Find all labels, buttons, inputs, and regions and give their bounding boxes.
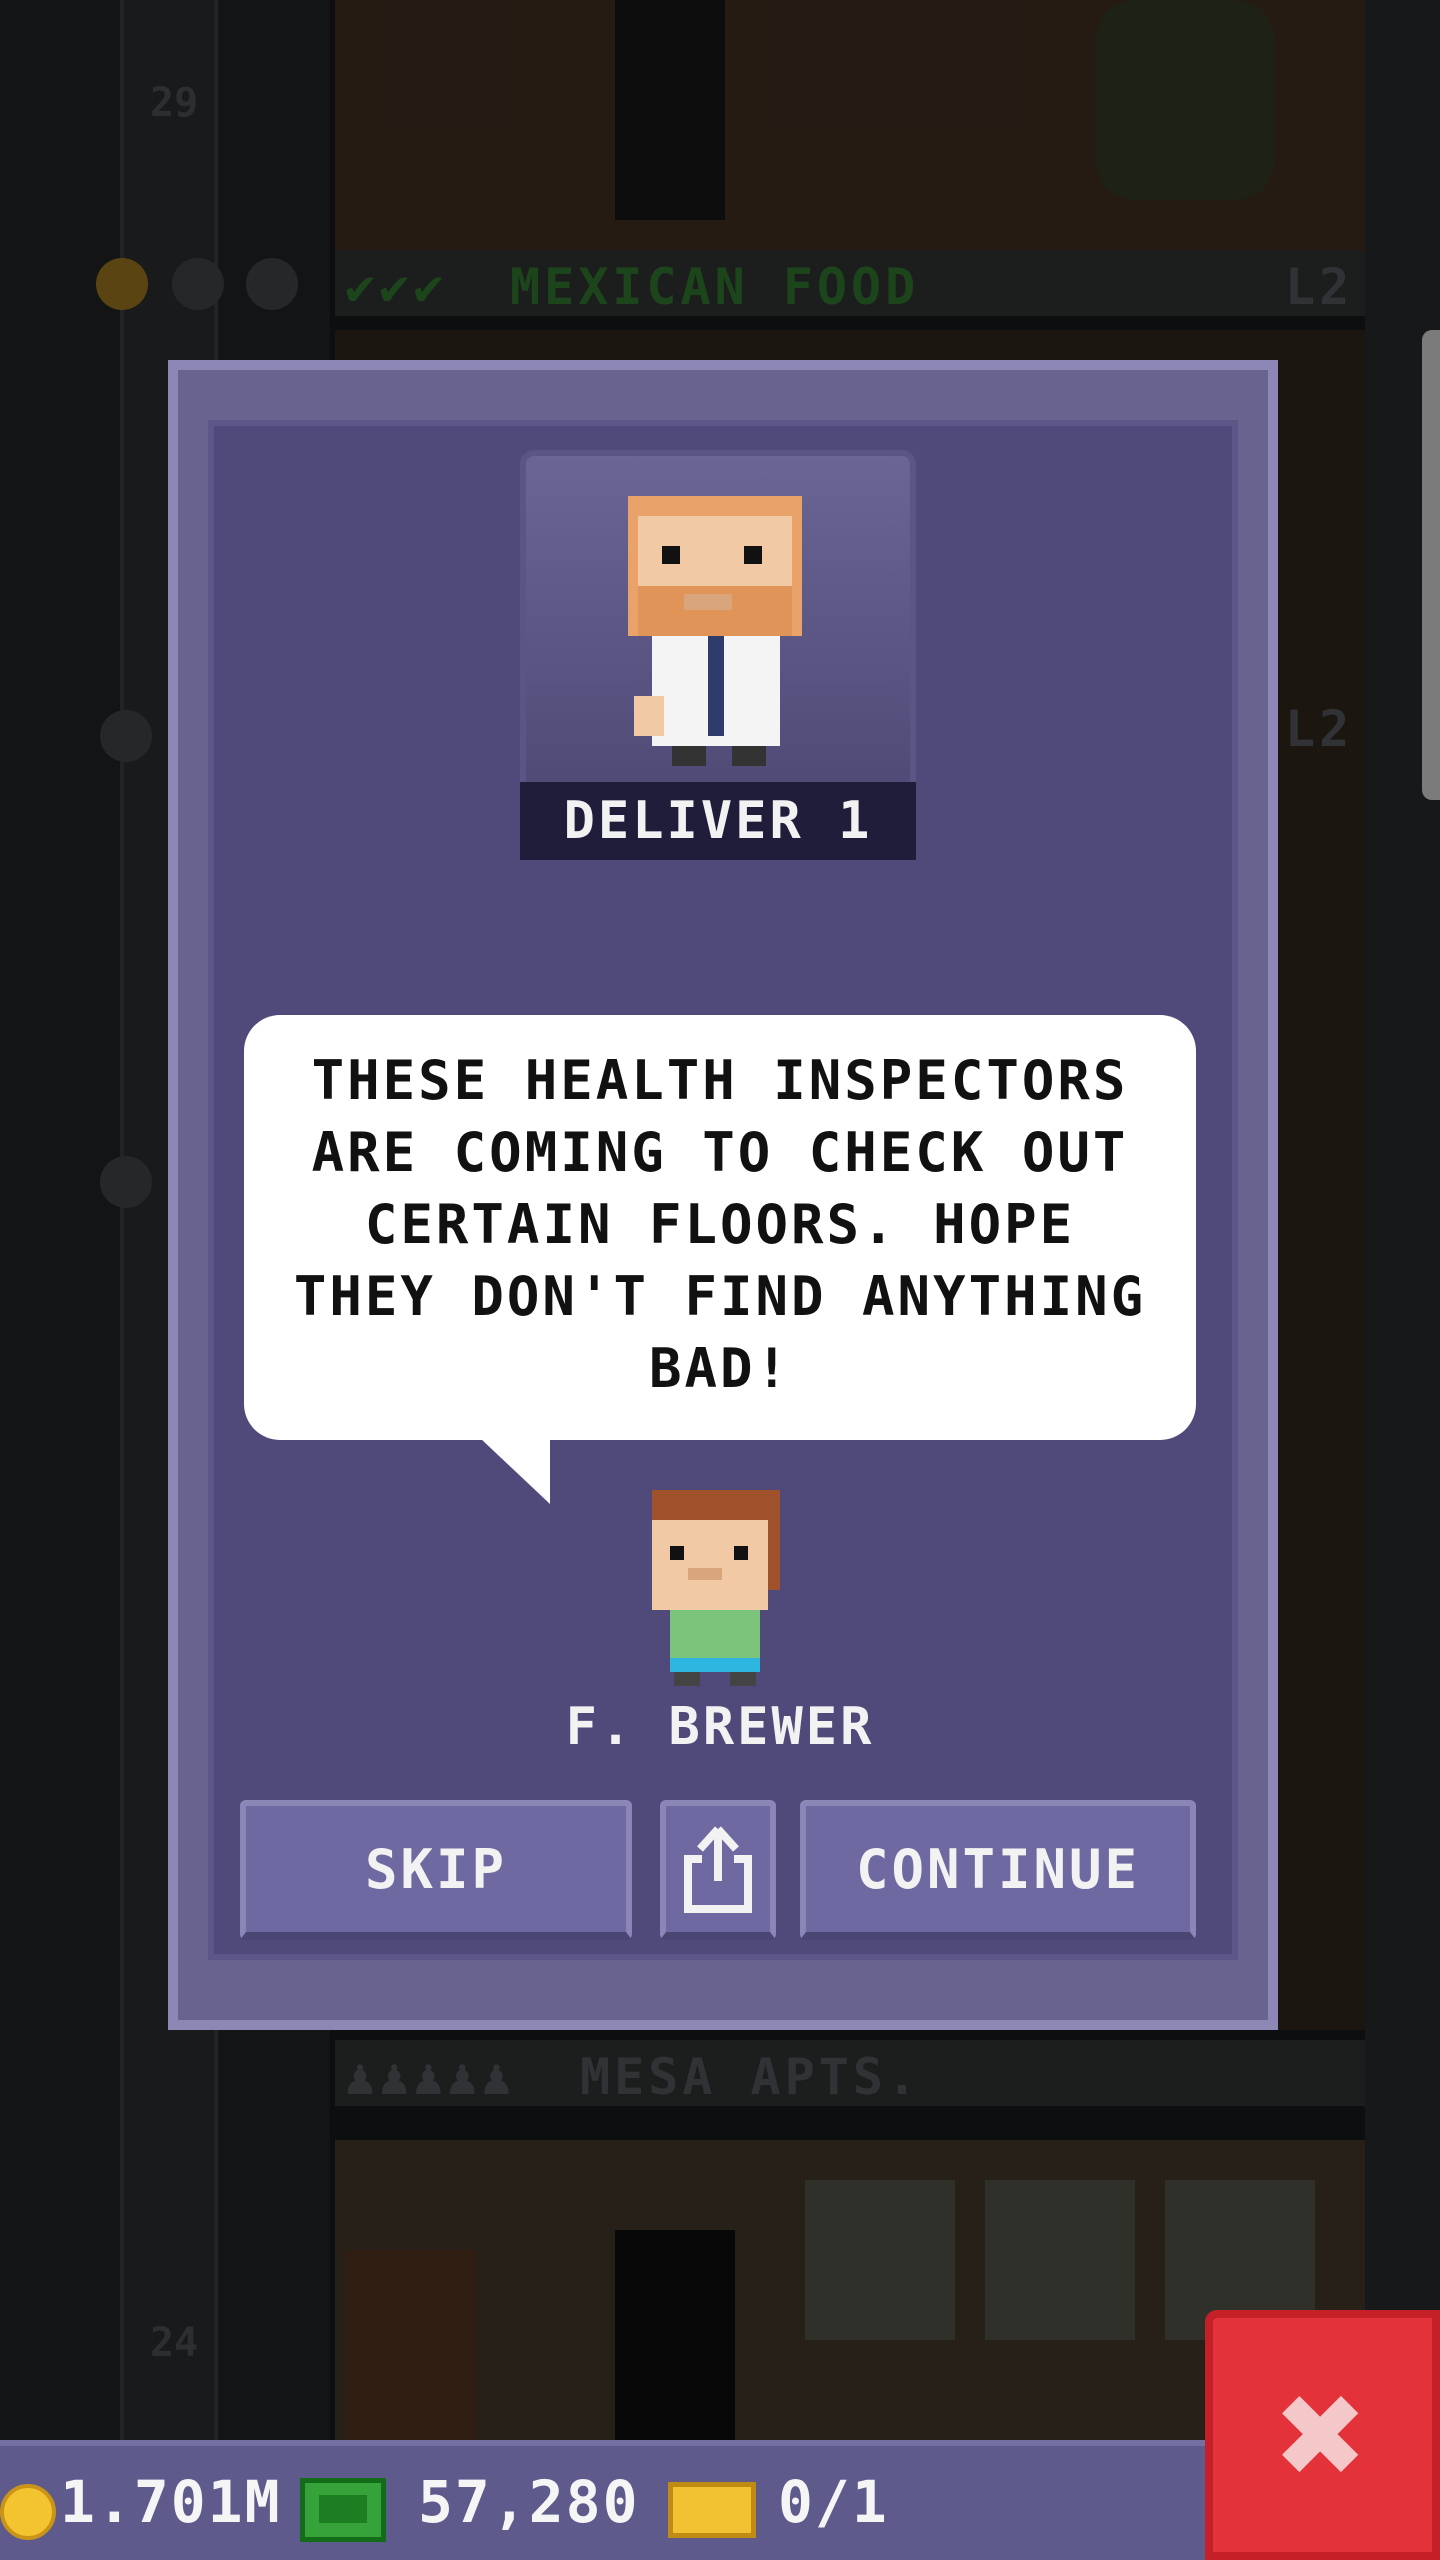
health-inspector-avatar — [628, 496, 802, 766]
continue-button[interactable]: CONTINUE — [800, 1800, 1196, 1940]
bux-icon — [300, 2478, 386, 2542]
mission-goal-label: DELIVER 1 — [520, 782, 916, 860]
skip-button[interactable]: SKIP — [240, 1800, 632, 1940]
coin-icon — [0, 2484, 56, 2540]
skip-button-label: SKIP — [364, 1837, 508, 1901]
close-button[interactable]: ✖ — [1205, 2310, 1440, 2560]
coins-value: 1.701M — [60, 2468, 282, 2536]
close-icon: ✖ — [1277, 2348, 1368, 2522]
bux-value: 57,280 — [418, 2468, 640, 2536]
share-button[interactable] — [660, 1800, 776, 1940]
tickets-value: 0/1 — [778, 2468, 889, 2536]
speaker-name: F. BREWER — [565, 1697, 875, 1757]
speaker-avatar — [652, 1490, 780, 1686]
share-icon — [684, 1826, 752, 1913]
continue-button-label: CONTINUE — [855, 1837, 1141, 1901]
speech-bubble: THESE HEALTH INSPECTORS ARE COMING TO CH… — [244, 1015, 1196, 1440]
speech-bubble-tail — [480, 1438, 550, 1504]
dialog-message: THESE HEALTH INSPECTORS ARE COMING TO CH… — [293, 1049, 1147, 1400]
ticket-icon — [668, 2482, 756, 2538]
